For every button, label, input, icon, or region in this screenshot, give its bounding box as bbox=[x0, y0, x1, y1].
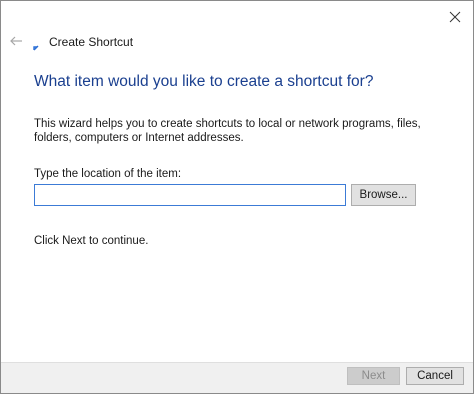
browse-button[interactable]: Browse... bbox=[351, 184, 416, 206]
shortcut-icon bbox=[32, 39, 42, 52]
back-arrow-icon bbox=[10, 36, 22, 46]
close-button[interactable] bbox=[445, 7, 465, 27]
wizard-title: Create Shortcut bbox=[49, 35, 134, 49]
next-button[interactable]: Next bbox=[347, 367, 400, 385]
create-shortcut-window: Create Shortcut What item would you like… bbox=[0, 0, 474, 394]
location-input[interactable] bbox=[34, 184, 346, 206]
location-label: Type the location of the item: bbox=[34, 168, 182, 180]
back-button[interactable] bbox=[7, 32, 25, 50]
close-icon bbox=[449, 11, 461, 23]
footer-bar: Next Cancel bbox=[1, 362, 473, 393]
cancel-button[interactable]: Cancel bbox=[406, 367, 464, 385]
wizard-description: This wizard helps you to create shortcut… bbox=[34, 118, 421, 144]
continue-instruction: Click Next to continue. bbox=[34, 235, 149, 247]
page-heading: What item would you like to create a sho… bbox=[34, 73, 374, 90]
